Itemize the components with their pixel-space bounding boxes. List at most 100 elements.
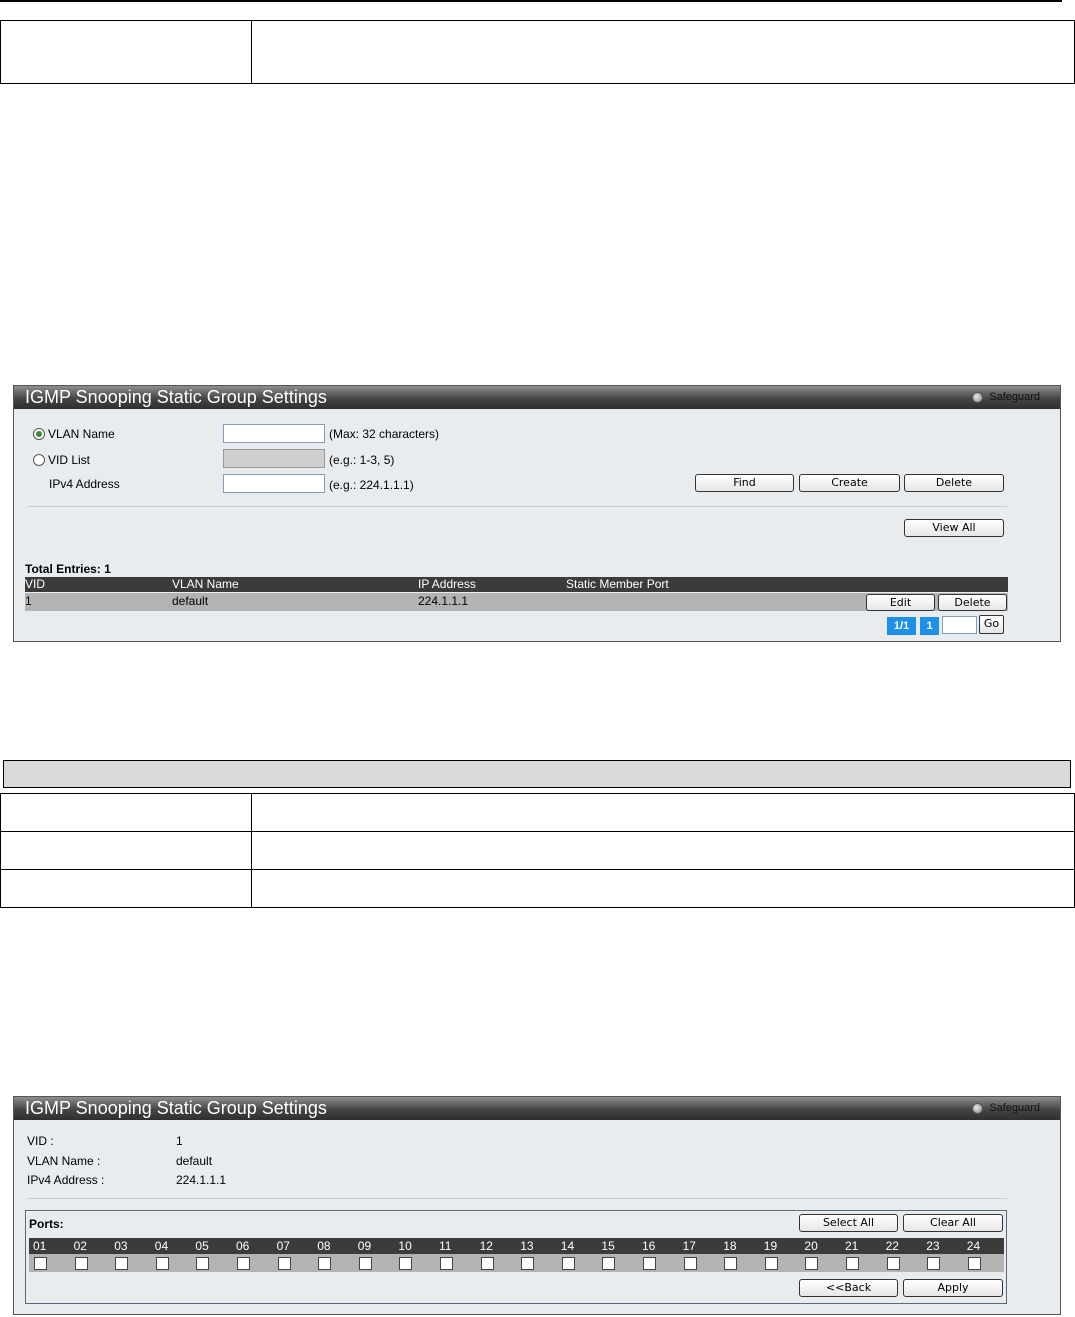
port-number-16: 16 xyxy=(642,1239,656,1253)
edit-row-button[interactable]: Edit xyxy=(866,594,935,611)
port-checkbox-17[interactable] xyxy=(683,1257,697,1270)
port-checkbox-22[interactable] xyxy=(886,1257,900,1270)
port-checkbox-06[interactable] xyxy=(237,1257,250,1270)
port-number-12: 12 xyxy=(479,1239,493,1253)
doc-cell xyxy=(0,793,252,832)
port-number-17: 17 xyxy=(682,1239,696,1253)
port-number-03: 03 xyxy=(114,1239,128,1253)
port-number-01: 01 xyxy=(33,1239,47,1253)
port-number-02: 02 xyxy=(73,1239,87,1253)
port-checkbox-16[interactable] xyxy=(643,1257,656,1270)
port-checkbox-04[interactable] xyxy=(155,1257,169,1270)
col-vlan-name: VLAN Name xyxy=(172,577,239,591)
port-checkbox-19[interactable] xyxy=(764,1257,778,1270)
find-button[interactable]: Find xyxy=(695,474,794,492)
port-checkbox-20[interactable] xyxy=(805,1257,819,1270)
row-vlan-name: default xyxy=(172,594,209,608)
delete-row-button[interactable]: Delete xyxy=(938,594,1007,611)
port-number-11: 11 xyxy=(439,1239,452,1253)
port-checkbox-10[interactable] xyxy=(399,1257,413,1270)
create-button[interactable]: Create xyxy=(799,474,900,492)
port-number-04: 04 xyxy=(154,1239,169,1253)
port-number-18: 18 xyxy=(723,1239,737,1253)
select-all-button[interactable]: Select All xyxy=(799,1214,898,1232)
ports-header-row: 01 02 03 04 05 06 07 08 09 10 11 12 13 14 15 16 17 18 19 20… xyxy=(29,1238,1004,1254)
static-group-settings-panel: IGMP Snooping Static Group Settings Safe… xyxy=(13,385,1061,642)
port-number-06: 06 xyxy=(236,1239,250,1253)
doc-table-header-bar xyxy=(3,760,1071,788)
doc-cell xyxy=(0,20,252,84)
total-entries: Total Entries: 1 xyxy=(25,562,111,576)
port-checkbox-02[interactable] xyxy=(74,1257,88,1270)
port-checkbox-21[interactable] xyxy=(846,1257,859,1270)
ipv4-info-value: 224.1.1.1 xyxy=(176,1173,227,1187)
vid-list-radio[interactable] xyxy=(33,454,45,466)
port-checkbox-23[interactable] xyxy=(927,1257,941,1270)
go-button[interactable]: Go xyxy=(979,615,1004,634)
col-ip-address: IP Address xyxy=(418,577,476,591)
vlan-name-hint: (Max: 32 characters) xyxy=(329,427,440,441)
vid-info-value: 1 xyxy=(176,1134,183,1148)
port-checkbox-12[interactable] xyxy=(480,1257,494,1270)
page-number-input[interactable] xyxy=(942,616,977,634)
page-top-rule xyxy=(0,0,1062,2)
port-number-19: 19 xyxy=(763,1239,778,1253)
port-checkbox-24[interactable] xyxy=(967,1257,981,1270)
form-divider xyxy=(27,506,1007,507)
doc-cell xyxy=(251,831,1075,870)
vlan-name-info-label: VLAN Name : xyxy=(27,1154,101,1168)
port-checkbox-18[interactable] xyxy=(724,1257,738,1270)
port-checkbox-14[interactable] xyxy=(561,1257,575,1270)
port-checkbox-13[interactable] xyxy=(521,1257,535,1270)
vlan-name-input[interactable] xyxy=(223,424,325,443)
col-static-member-port: Static Member Port xyxy=(566,577,669,591)
clear-all-button[interactable]: Clear All xyxy=(903,1214,1003,1232)
port-checkbox-07[interactable] xyxy=(277,1257,291,1270)
ipv4-address-input[interactable] xyxy=(223,474,325,493)
safeguard-indicator: Safeguard xyxy=(972,1102,1040,1115)
ports-label: Ports: xyxy=(29,1217,64,1231)
info-divider xyxy=(27,1198,1007,1199)
doc-table-top xyxy=(0,20,1075,84)
back-button[interactable]: <<Back xyxy=(799,1279,898,1297)
vid-list-input[interactable] xyxy=(223,449,325,468)
ports-section: Ports: Select All Clear All 01 02 03 04 05 06… xyxy=(25,1210,1007,1304)
doc-cell xyxy=(251,869,1075,908)
view-all-button[interactable]: View All xyxy=(904,519,1004,537)
row-ip-address: 224.1.1.1 xyxy=(418,594,469,608)
doc-cell xyxy=(251,20,1075,84)
port-number-13: 13 xyxy=(520,1239,534,1253)
panel-title-bar: IGMP Snooping Static Group Settings Safe… xyxy=(14,386,1060,409)
port-checkbox-15[interactable] xyxy=(602,1257,616,1270)
safeguard-label: Safeguard xyxy=(989,1102,1040,1114)
vid-list-radio-row[interactable]: VID List xyxy=(33,453,90,467)
port-number-14: 14 xyxy=(560,1239,575,1253)
ipv4-info-label: IPv4 Address : xyxy=(27,1173,105,1187)
delete-button[interactable]: Delete xyxy=(904,474,1004,492)
vlan-name-radio[interactable] xyxy=(33,428,45,440)
vid-info-label: VID : xyxy=(27,1134,54,1148)
port-checkbox-03[interactable] xyxy=(115,1257,129,1270)
table-row: 1 default 224.1.1.1 xyxy=(25,593,1008,611)
page-count: 1/1 xyxy=(887,617,916,635)
vlan-name-info-value: default xyxy=(176,1154,213,1168)
apply-button[interactable]: Apply xyxy=(903,1279,1003,1297)
port-checkbox-09[interactable] xyxy=(358,1257,372,1270)
entries-table-header: VID VLAN Name IP Address Static Member P… xyxy=(25,577,1008,592)
vlan-name-radio-row[interactable]: VLAN Name xyxy=(33,427,115,441)
port-checkbox-05[interactable] xyxy=(196,1257,210,1270)
port-number-08: 08 xyxy=(317,1239,331,1253)
port-number-20: 20 xyxy=(804,1239,818,1253)
page-link-current[interactable]: 1 xyxy=(920,617,939,635)
port-number-24: 24 xyxy=(966,1239,981,1253)
port-checkbox-08[interactable] xyxy=(318,1257,332,1270)
port-checkbox-11[interactable] xyxy=(440,1257,453,1270)
row-vid: 1 xyxy=(25,594,32,608)
col-vid: VID xyxy=(25,577,46,591)
doc-cell xyxy=(0,869,252,908)
ipv4-address-hint: (e.g.: 224.1.1.1) xyxy=(329,478,414,492)
panel-title-bar: IGMP Snooping Static Group Settings Safe… xyxy=(14,1097,1060,1120)
port-checkbox-01[interactable] xyxy=(34,1257,47,1270)
port-number-07: 07 xyxy=(276,1239,290,1253)
ports-checkbox-row xyxy=(29,1254,1004,1272)
